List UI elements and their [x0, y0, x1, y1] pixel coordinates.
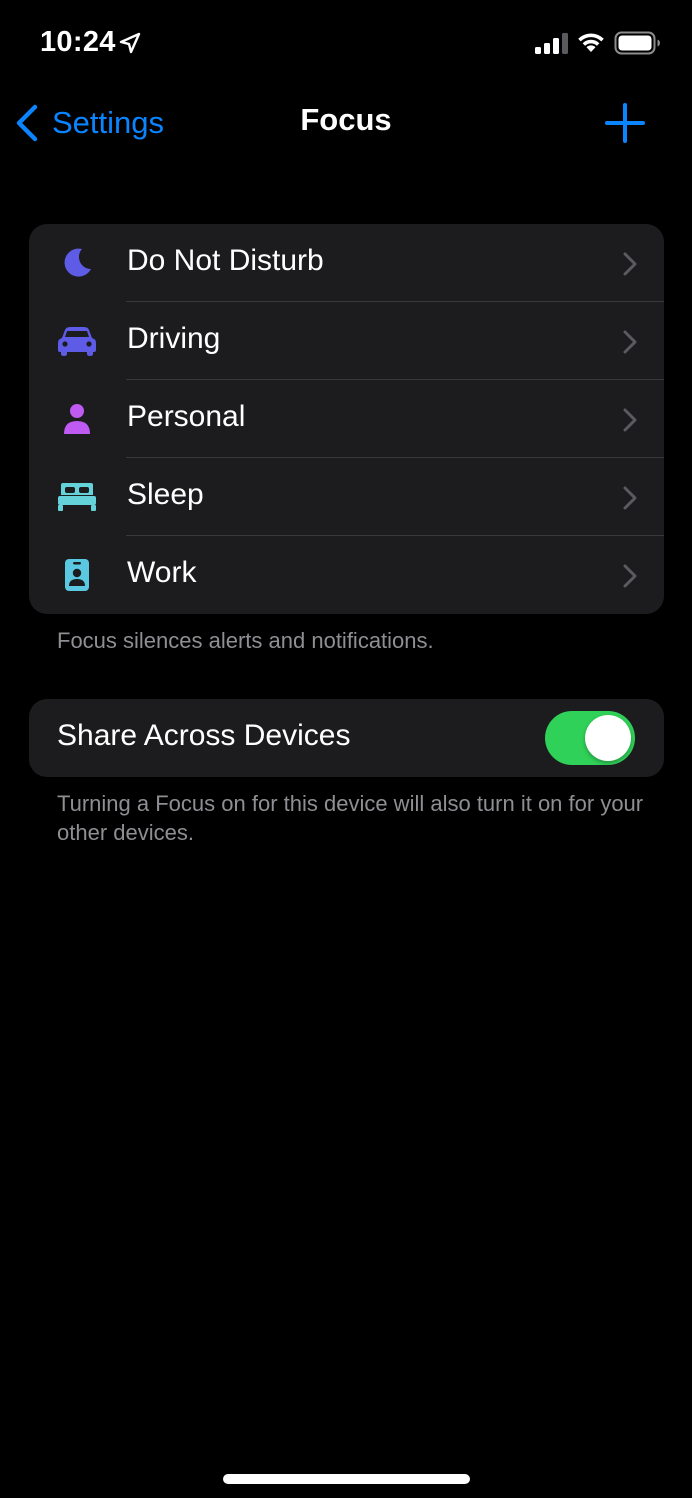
page-title: Focus: [300, 102, 392, 137]
id-badge-icon: [56, 555, 98, 595]
status-bar: 10:24: [0, 0, 692, 88]
plus-icon[interactable]: [602, 100, 648, 146]
chevron-right-icon: [623, 486, 637, 510]
chevron-right-icon: [623, 408, 637, 432]
focus-row-label: Sleep: [127, 478, 204, 511]
chevron-right-icon: [623, 330, 637, 354]
focus-row-label: Personal: [127, 400, 246, 433]
chevron-left-icon: [16, 104, 38, 142]
person-icon: [56, 399, 98, 439]
focus-row-driving[interactable]: Driving: [29, 302, 664, 380]
focus-row-label: Work: [127, 556, 197, 589]
toggle-knob: [585, 715, 631, 761]
focus-row-label: Do Not Disturb: [127, 244, 324, 277]
home-indicator[interactable]: [223, 1474, 470, 1484]
cellular-signal-icon: [535, 33, 568, 54]
chevron-right-icon: [623, 252, 637, 276]
focus-row-do-not-disturb[interactable]: Do Not Disturb: [29, 224, 664, 302]
status-time: 10:24: [40, 26, 116, 58]
chevron-right-icon: [623, 564, 637, 588]
wifi-icon: [578, 33, 604, 52]
share-across-devices-row: Share Across Devices: [29, 699, 664, 777]
focus-row-work[interactable]: Work: [29, 536, 664, 614]
focus-modes-list: Do Not Disturb Driving Personal Sleep Wo…: [29, 224, 664, 614]
focus-footer-note: Focus silences alerts and notifications.: [57, 628, 434, 653]
moon-icon: [56, 243, 98, 283]
share-across-devices-label: Share Across Devices: [57, 719, 351, 752]
focus-row-label: Driving: [127, 322, 221, 355]
share-footer-note: Turning a Focus on for this device will …: [57, 791, 644, 845]
back-button[interactable]: Settings: [14, 100, 164, 146]
focus-row-sleep[interactable]: Sleep: [29, 458, 664, 536]
share-across-devices-toggle[interactable]: [545, 711, 635, 765]
car-icon: [56, 321, 98, 361]
back-button-label: Settings: [52, 105, 165, 140]
bed-icon: [56, 477, 98, 517]
location-arrow-icon: [119, 32, 141, 54]
battery-icon: [614, 31, 660, 55]
focus-row-personal[interactable]: Personal: [29, 380, 664, 458]
